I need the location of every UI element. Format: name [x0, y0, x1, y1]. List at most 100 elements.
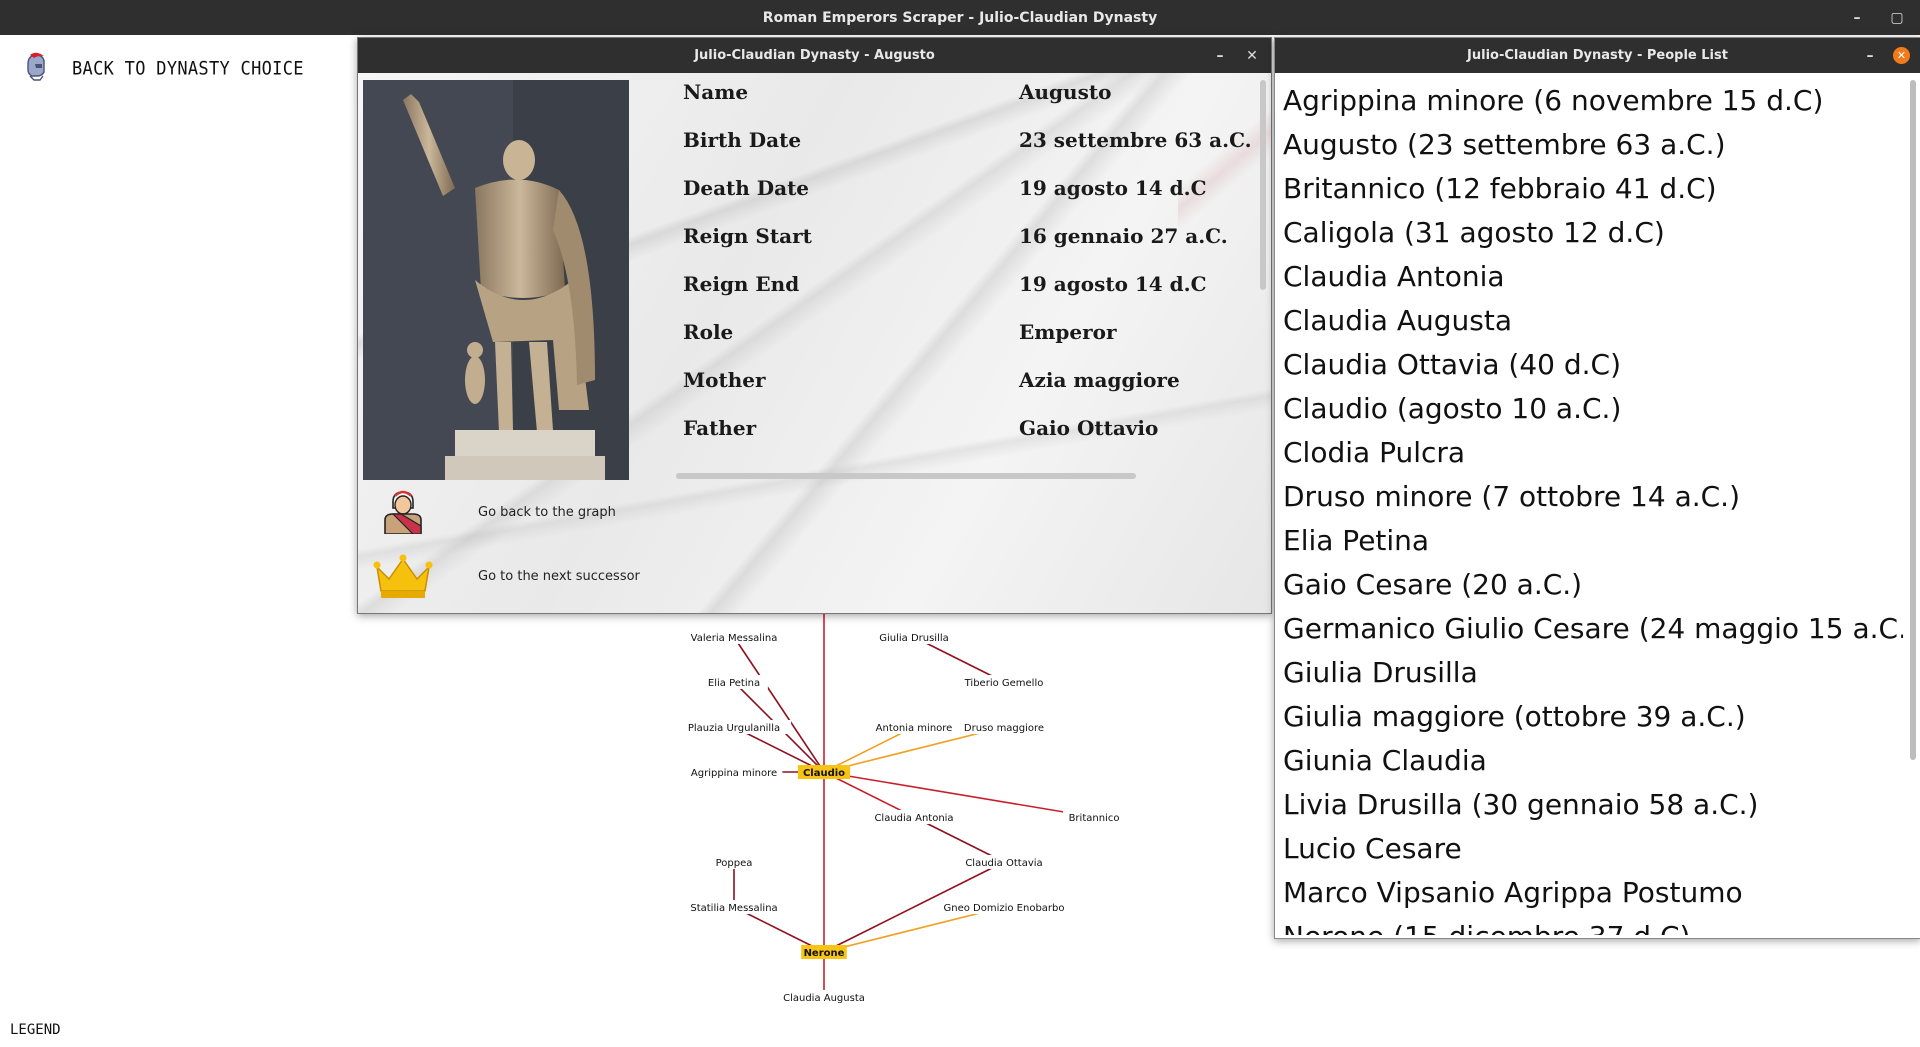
info-value: 19 agosto 14 d.C: [1019, 176, 1207, 200]
graph-node-label: Gneo Domizio Enobarbo: [943, 903, 1064, 914]
graph-node-elia[interactable]: Elia Petina: [700, 675, 768, 689]
graph-node-claudio[interactable]: Claudio: [797, 765, 851, 779]
graph-node-nerone[interactable]: Nerone: [801, 945, 847, 959]
info-key: Mother: [683, 368, 766, 392]
graph-node-label: Claudia Augusta: [783, 993, 865, 1004]
people-list-item[interactable]: Claudio (agosto 10 a.C.): [1283, 387, 1903, 431]
graph-node-giulia-drusilla[interactable]: Giulia Drusilla: [868, 630, 960, 644]
main-window-title: Roman Emperors Scraper - Julio-Claudian …: [762, 9, 1158, 26]
people-list-item[interactable]: Elia Petina: [1283, 519, 1903, 563]
people-list-item[interactable]: Druso minore (7 ottobre 14 a.C.): [1283, 475, 1903, 519]
people-minimize-button[interactable]: –: [1861, 48, 1879, 64]
people-window-title: Julio-Claudian Dynasty - People List: [1467, 48, 1728, 63]
people-list[interactable]: Agrippina minore (6 novembre 15 d.C) Augu…: [1283, 79, 1903, 935]
graph-node-label: Antonia minore: [876, 723, 953, 734]
info-key: Death Date: [683, 176, 810, 200]
people-list-item[interactable]: Giulia maggiore (ottobre 39 a.C.): [1283, 695, 1903, 739]
detail-minimize-button[interactable]: –: [1211, 48, 1229, 64]
people-list-item[interactable]: Britannico (12 febbraio 41 d.C): [1283, 167, 1903, 211]
main-maximize-button[interactable]: ▢: [1888, 10, 1906, 26]
detail-close-button[interactable]: ✕: [1243, 48, 1261, 64]
graph-node-label: Nerone: [804, 948, 845, 959]
main-minimize-button[interactable]: –: [1848, 10, 1866, 26]
graph-node-label: Giulia Drusilla: [879, 633, 949, 644]
people-list-item[interactable]: Lucio Cesare: [1283, 827, 1903, 871]
go-back-to-graph-label: Go back to the graph: [478, 504, 616, 520]
people-list-item[interactable]: Giulia Drusilla: [1283, 651, 1903, 695]
people-list-item[interactable]: Germanico Giulio Cesare (24 maggio 15 a.…: [1283, 607, 1903, 651]
info-vertical-scrollbar[interactable]: [1260, 80, 1266, 290]
graph-node-druso-maggiore[interactable]: Druso maggiore: [961, 720, 1047, 734]
graph-node-claudia-antonia[interactable]: Claudia Antonia: [868, 810, 960, 824]
graph-node-label: Britannico: [1069, 813, 1120, 824]
info-value: Emperor: [1019, 320, 1117, 344]
info-value: Azia maggiore: [1019, 368, 1180, 392]
people-list-item[interactable]: Livia Drusilla (30 gennaio 58 a.C.): [1283, 783, 1903, 827]
graph-node-gneo[interactable]: Gneo Domizio Enobarbo: [941, 900, 1067, 914]
graph-node-poppea[interactable]: Poppea: [714, 855, 754, 869]
people-list-item[interactable]: Gaio Cesare (20 a.C.): [1283, 563, 1903, 607]
people-list-item[interactable]: Nerone (15 dicembre 37 d.C): [1283, 915, 1903, 935]
people-close-button[interactable]: ✕: [1893, 47, 1910, 64]
graph-node-britannico[interactable]: Britannico: [1063, 810, 1125, 824]
graph-edge-spouse: [733, 636, 825, 773]
people-list-item[interactable]: Giunia Claudia: [1283, 739, 1903, 783]
graph-node-label: Claudia Ottavia: [965, 858, 1042, 869]
info-value: 16 gennaio 27 a.C.: [1019, 224, 1228, 248]
graph-node-label: Tiberio Gemello: [964, 678, 1044, 689]
emperor-figure-icon: [370, 488, 436, 536]
graph-node-label: Elia Petina: [708, 678, 760, 689]
main-titlebar: Roman Emperors Scraper - Julio-Claudian …: [0, 0, 1920, 35]
people-titlebar: Julio-Claudian Dynasty - People List – ✕: [1275, 38, 1920, 73]
go-back-to-graph-button[interactable]: Go back to the graph: [370, 488, 616, 536]
helmet-icon: [22, 52, 48, 86]
graph-node-plauzia[interactable]: Plauzia Urgulanilla: [676, 720, 792, 734]
graph-node-claudia-ottavia[interactable]: Claudia Ottavia: [958, 855, 1050, 869]
info-key: Birth Date: [683, 128, 802, 152]
graph-node-label: Plauzia Urgulanilla: [688, 723, 780, 734]
go-to-next-successor-label: Go to the next successor: [478, 568, 640, 584]
graph-node-antonia-minore[interactable]: Antonia minore: [871, 720, 957, 734]
detail-titlebar: Julio-Claudian Dynasty - Augusto – ✕: [358, 38, 1271, 73]
graph-node-valeria[interactable]: Valeria Messalina: [682, 630, 786, 644]
crown-icon: [370, 552, 436, 600]
people-list-window: Julio-Claudian Dynasty - People List – ✕…: [1274, 37, 1920, 939]
info-key: Name: [683, 80, 749, 104]
people-list-item[interactable]: Augusto (23 settembre 63 a.C.): [1283, 123, 1903, 167]
graph-node-label: Druso maggiore: [964, 723, 1044, 734]
graph-node-statilia[interactable]: Statilia Messalina: [679, 900, 789, 914]
info-key: Role: [683, 320, 734, 344]
people-list-item[interactable]: Marco Vipsanio Agrippa Postumo: [1283, 871, 1903, 915]
graph-node-tiberio-gemello[interactable]: Tiberio Gemello: [958, 675, 1050, 689]
go-to-next-successor-button[interactable]: Go to the next successor: [370, 552, 640, 600]
back-to-dynasty-label: BACK TO DYNASTY CHOICE: [72, 58, 304, 80]
info-key: Father: [683, 416, 757, 440]
graph-node-label: Poppea: [716, 858, 753, 869]
person-detail-window: Julio-Claudian Dynasty - Augusto – ✕ Nam…: [357, 37, 1272, 614]
emperor-portrait: [363, 80, 629, 480]
graph-node-label: Valeria Messalina: [691, 633, 778, 644]
graph-node-label: Claudia Antonia: [874, 813, 953, 824]
info-value: Gaio Ottavio: [1019, 416, 1159, 440]
people-list-item[interactable]: Clodia Pulcra: [1283, 431, 1903, 475]
legend-button[interactable]: LEGEND: [10, 1022, 61, 1038]
people-list-item[interactable]: Caligola (31 agosto 12 d.C): [1283, 211, 1903, 255]
info-horizontal-scrollbar[interactable]: [676, 473, 1136, 479]
graph-node-claudia-augusta[interactable]: Claudia Augusta: [778, 990, 870, 1004]
detail-window-title: Julio-Claudian Dynasty - Augusto: [694, 48, 935, 63]
people-list-item[interactable]: Claudia Ottavia (40 d.C): [1283, 343, 1903, 387]
graph-node-agrippina[interactable]: Agrippina minore: [685, 765, 783, 779]
augustus-statue-image: [363, 80, 629, 480]
info-value: 19 agosto 14 d.C: [1019, 272, 1207, 296]
people-list-item[interactable]: Agrippina minore (6 novembre 15 d.C): [1283, 79, 1903, 123]
graph-node-label: Claudio: [803, 768, 845, 779]
people-list-scrollbar[interactable]: [1910, 80, 1916, 760]
graph-node-label: Statilia Messalina: [690, 903, 777, 914]
people-list-item[interactable]: Claudia Augusta: [1283, 299, 1903, 343]
info-value: 23 settembre 63 a.C.: [1019, 128, 1252, 152]
graph-node-label: Agrippina minore: [691, 768, 777, 779]
people-list-item[interactable]: Claudia Antonia: [1283, 255, 1903, 299]
info-value: Augusto: [1019, 80, 1112, 104]
info-key: Reign Start: [683, 224, 812, 248]
back-to-dynasty-button[interactable]: BACK TO DYNASTY CHOICE: [22, 52, 304, 86]
